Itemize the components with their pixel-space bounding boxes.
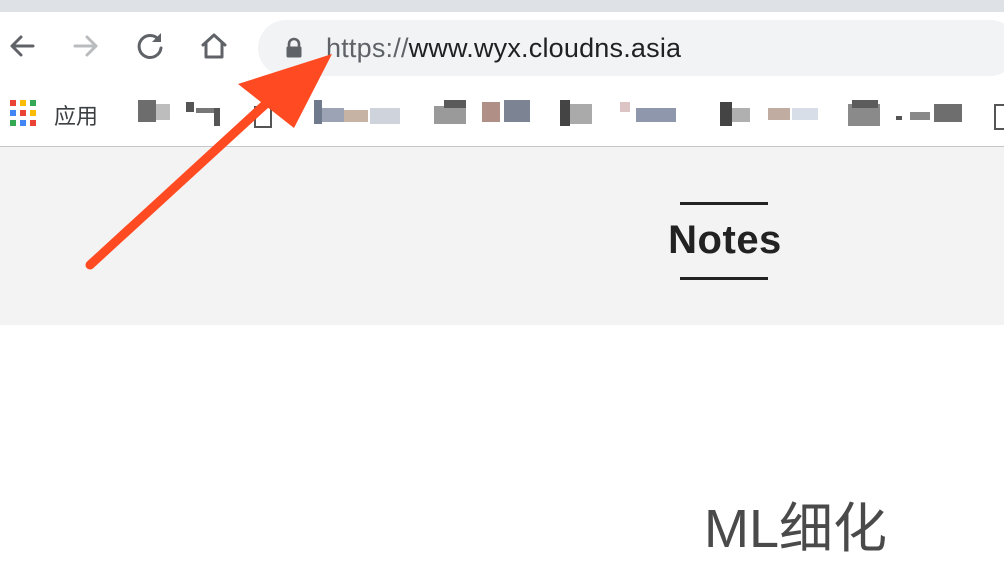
home-icon bbox=[201, 33, 227, 59]
title-rule-bottom bbox=[680, 277, 768, 280]
bookmarks-bar: 应用 bbox=[0, 88, 1004, 147]
bookmark-item[interactable] bbox=[994, 96, 1004, 130]
url-text[interactable]: https://www.wyx.cloudns.asia bbox=[326, 33, 681, 64]
address-bar[interactable]: https://www.wyx.cloudns.asia bbox=[258, 20, 1004, 76]
bookmark-item[interactable] bbox=[136, 96, 232, 126]
browser-top-strip bbox=[0, 0, 1004, 12]
site-title[interactable]: Notes bbox=[666, 218, 784, 263]
lock-icon bbox=[286, 37, 302, 58]
title-rule-top bbox=[680, 202, 768, 205]
reload-button[interactable] bbox=[130, 26, 170, 66]
arrow-left-icon bbox=[10, 35, 35, 57]
url-scheme: https:// bbox=[326, 33, 409, 63]
apps-label: 应用 bbox=[54, 104, 99, 129]
bookmark-item[interactable] bbox=[434, 96, 534, 126]
apps-grid-icon bbox=[10, 100, 36, 126]
post-title[interactable]: ML细化 bbox=[704, 484, 887, 563]
site-header: Notes bbox=[0, 147, 1004, 325]
bookmark-item[interactable] bbox=[560, 96, 686, 126]
bookmark-item[interactable] bbox=[254, 96, 404, 128]
arrow-right-icon bbox=[73, 35, 98, 57]
home-button[interactable] bbox=[194, 26, 234, 66]
browser-toolbar: https://www.wyx.cloudns.asia bbox=[0, 12, 1004, 88]
bookmark-item[interactable] bbox=[848, 96, 968, 126]
back-button[interactable] bbox=[2, 26, 42, 66]
bookmark-item[interactable] bbox=[720, 96, 820, 126]
url-host: www.wyx.cloudns.asia bbox=[408, 33, 682, 63]
forward-button[interactable] bbox=[66, 26, 106, 66]
reload-icon bbox=[137, 33, 163, 59]
site-logo[interactable]: Notes bbox=[666, 202, 784, 280]
